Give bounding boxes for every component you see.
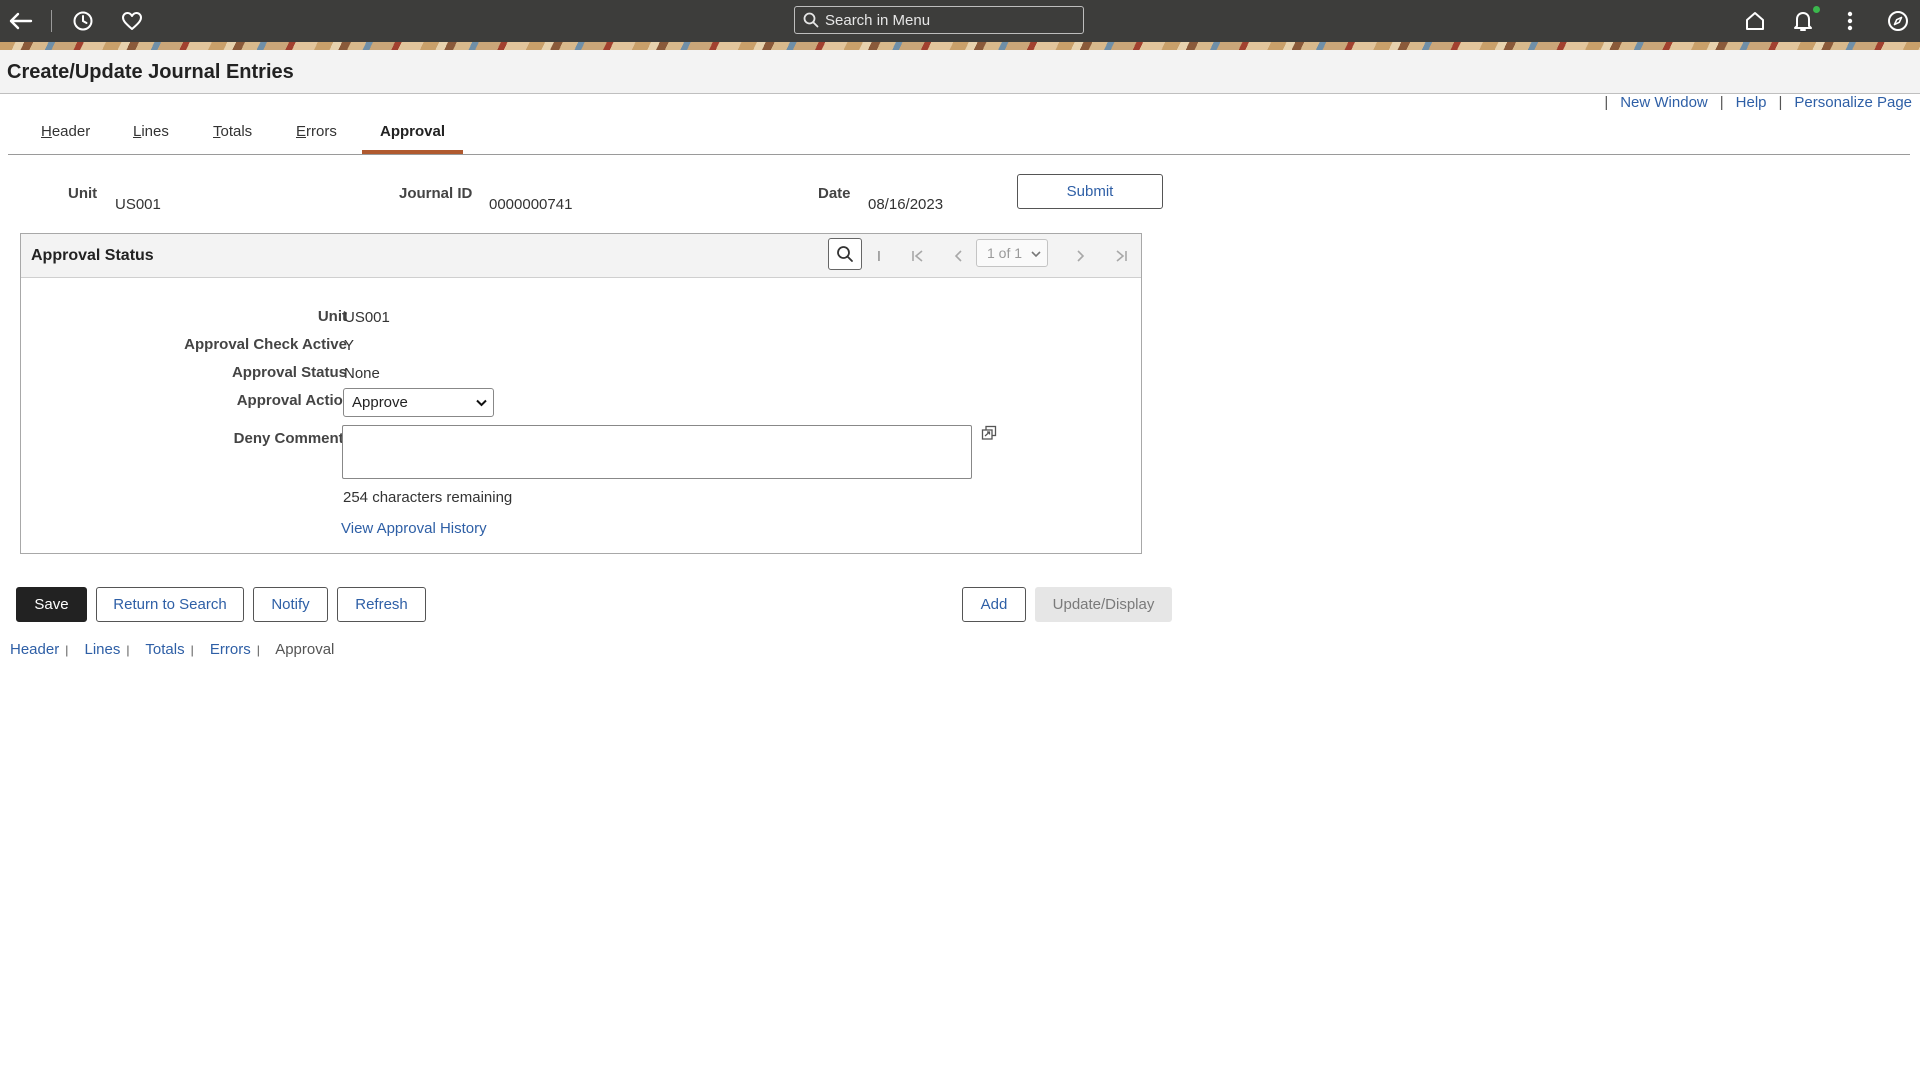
favorites-heart-icon[interactable]: [119, 0, 145, 42]
journal-id-label: Journal ID: [399, 185, 473, 202]
panel-title: Approval Status: [31, 247, 154, 264]
approval-status-value: None: [344, 365, 380, 382]
find-button[interactable]: [828, 238, 862, 270]
next-page-icon[interactable]: [1069, 242, 1091, 270]
chevron-down-icon: [476, 399, 487, 407]
home-icon[interactable]: [1742, 0, 1768, 42]
previous-page-icon[interactable]: [948, 242, 970, 270]
search-icon: [803, 12, 819, 28]
approval-action-label: Approval Action: [236, 392, 352, 409]
bottom-page-links: Header | Lines | Totals | Errors | Approval: [10, 641, 334, 658]
return-to-search-button[interactable]: Return to Search: [96, 587, 244, 622]
chevron-down-icon: [1031, 251, 1041, 258]
page-selector[interactable]: 1 of 1: [976, 239, 1048, 267]
link-separator: |: [126, 643, 130, 657]
link-separator: |: [65, 643, 69, 657]
decorative-banner: [0, 42, 1920, 50]
actions-menu-icon[interactable]: [1840, 0, 1860, 42]
unit-label: Unit: [68, 185, 98, 202]
add-button[interactable]: Add: [962, 587, 1026, 622]
link-separator: |: [1778, 94, 1783, 111]
approval-check-active-label: Approval Check Active: [184, 336, 347, 353]
approval-action-select[interactable]: Approve: [343, 388, 494, 417]
approval-status-label: Approval Status: [231, 364, 347, 381]
date-value: 08/16/2023: [868, 196, 944, 213]
link-separator: |: [1604, 94, 1609, 111]
characters-remaining-text: 254 characters remaining: [343, 489, 513, 506]
tab-header[interactable]: Header: [41, 123, 90, 140]
back-arrow-icon[interactable]: [6, 0, 36, 42]
active-tab-indicator: [362, 150, 463, 154]
approval-status-panel: Approval Status I 1 of 1 Unit US001 Appr…: [20, 233, 1142, 554]
panel-unit-label: Unit: [317, 308, 347, 325]
last-page-icon[interactable]: [1110, 242, 1132, 270]
tab-approval[interactable]: Approval: [380, 123, 445, 140]
help-link[interactable]: Help: [1736, 94, 1767, 111]
link-separator: |: [1719, 94, 1724, 111]
new-window-link[interactable]: New Window: [1620, 94, 1708, 111]
page-selector-value: 1 of 1: [987, 245, 1023, 261]
view-approval-history-link[interactable]: View Approval History: [341, 520, 487, 537]
toolbar-divider: [51, 10, 52, 32]
expand-textarea-icon[interactable]: [981, 425, 997, 441]
notifications-bell-icon[interactable]: [1790, 0, 1816, 42]
top-navigation-bar: Search in Menu: [0, 0, 1920, 42]
page-title-bar: Create/Update Journal Entries: [0, 50, 1920, 94]
unit-value: US001: [115, 196, 161, 213]
search-icon: [837, 246, 853, 262]
tab-lines[interactable]: Lines: [133, 123, 169, 140]
notification-indicator: [1813, 6, 1820, 13]
navigator-compass-icon[interactable]: [1885, 0, 1911, 42]
bottom-link-totals[interactable]: Totals: [145, 641, 184, 658]
refresh-button[interactable]: Refresh: [337, 587, 426, 622]
menu-search-input[interactable]: Search in Menu: [794, 6, 1084, 34]
journal-id-value: 0000000741: [489, 196, 573, 213]
notify-button[interactable]: Notify: [253, 587, 328, 622]
save-button[interactable]: Save: [16, 587, 87, 622]
bottom-link-header[interactable]: Header: [10, 641, 59, 658]
update-display-button[interactable]: Update/Display: [1035, 587, 1172, 622]
date-label: Date: [818, 185, 851, 202]
bottom-link-errors[interactable]: Errors: [210, 641, 251, 658]
page-utility-links: | New Window | Help | Personalize Page: [1592, 94, 1912, 111]
page-tabs: Header Lines Totals Errors Approval: [8, 112, 1910, 155]
approval-action-selected: Approve: [352, 394, 408, 411]
deny-comments-textarea[interactable]: [342, 425, 972, 479]
approval-check-active-value: Y: [344, 337, 355, 354]
page-title: Create/Update Journal Entries: [7, 61, 294, 83]
link-separator: |: [190, 643, 194, 657]
panel-header: Approval Status I 1 of 1: [21, 234, 1141, 278]
bottom-link-lines[interactable]: Lines: [85, 641, 121, 658]
panel-unit-value: US001: [344, 309, 390, 326]
pager-separator: I: [876, 247, 882, 265]
bottom-link-approval-current: Approval: [275, 641, 335, 658]
submit-button[interactable]: Submit: [1017, 174, 1163, 209]
tab-errors[interactable]: Errors: [296, 123, 337, 140]
deny-comments-label: Deny Comments: [233, 430, 352, 447]
personalize-page-link[interactable]: Personalize Page: [1794, 94, 1912, 111]
recent-history-icon[interactable]: [70, 0, 96, 42]
link-separator: |: [256, 643, 260, 657]
tab-totals[interactable]: Totals: [213, 123, 252, 140]
search-placeholder: Search in Menu: [825, 11, 931, 29]
first-page-icon[interactable]: [907, 242, 929, 270]
